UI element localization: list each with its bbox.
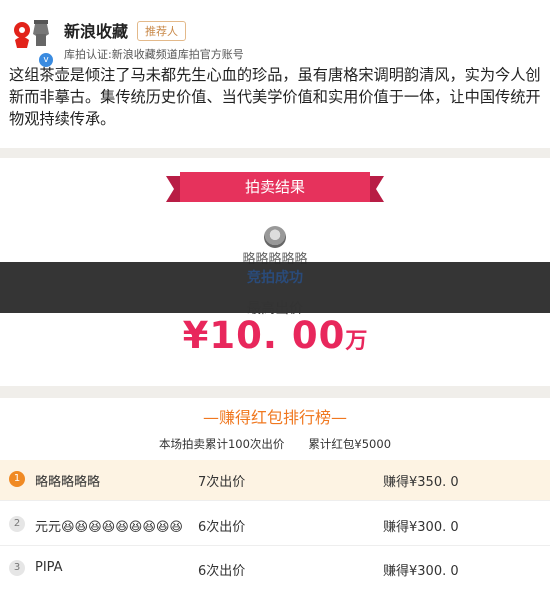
final-price: ¥10. 00万 xyxy=(0,314,550,357)
winner-avatar[interactable] xyxy=(264,226,286,248)
rank-number: 1 xyxy=(9,471,25,487)
ranking-user-name: 元元😆😆😆😆😆😆😆😆😆 xyxy=(35,520,183,535)
ranking-title: —赚得红包排行榜— xyxy=(202,408,347,427)
ranking-bid-count: 6次出价 xyxy=(198,564,246,579)
ranking-bid-count: 6次出价 xyxy=(198,520,246,535)
ranking-earnings: 赚得¥300. 0 xyxy=(383,520,459,535)
username[interactable]: 新浪收藏 xyxy=(64,18,128,42)
ranking-summary: 本场拍卖累计100次出价 累计红包¥5000 xyxy=(0,436,550,452)
row-divider xyxy=(0,500,550,501)
ranking-bid-count: 7次出价 xyxy=(198,475,246,490)
post-header: v 新浪收藏 推荐人 库拍认证:新浪收藏频道库拍官方账号 这组茶壶是倾注了马未都… xyxy=(0,0,550,148)
recommender-badge: 推荐人 xyxy=(137,21,186,41)
results-ribbon-label: 拍卖结果 xyxy=(244,178,305,196)
certification-text: 库拍认证:新浪收藏频道库拍官方账号 xyxy=(64,48,244,61)
price-unit: 万 xyxy=(345,329,368,354)
price-value: ¥10. 00 xyxy=(182,314,346,357)
summary-bids: 本场拍卖累计100次出价 xyxy=(158,437,285,451)
ranking-row[interactable]: 1 略略略略略 7次出价 赚得¥350. 0 xyxy=(0,460,550,500)
post-description: 这组茶壶是倾注了马未都先生心血的珍品，虽有唐格宋调明韵清风，实为今人创新而非摹古… xyxy=(9,66,541,128)
section-divider xyxy=(0,386,550,398)
ranking-row[interactable]: 2 元元😆😆😆😆😆😆😆😆😆 6次出价 赚得¥300. 0 xyxy=(0,505,550,545)
row-divider xyxy=(0,545,550,546)
summary-total: 累计红包¥5000 xyxy=(308,437,392,451)
ranking-row[interactable]: 3 PIPA 6次出价 赚得¥300. 0 xyxy=(0,549,550,589)
rank-number: 3 xyxy=(9,560,25,576)
ranking-user-name: PIPA xyxy=(35,560,63,575)
ranking-earnings: 赚得¥350. 0 xyxy=(383,475,459,490)
section-divider xyxy=(0,148,550,158)
auction-status: 竞拍成功 xyxy=(247,270,303,286)
rank-number: 2 xyxy=(9,516,25,532)
ranking-earnings: 赚得¥300. 0 xyxy=(383,564,459,579)
ranking-user-name: 略略略略略 xyxy=(35,475,101,490)
